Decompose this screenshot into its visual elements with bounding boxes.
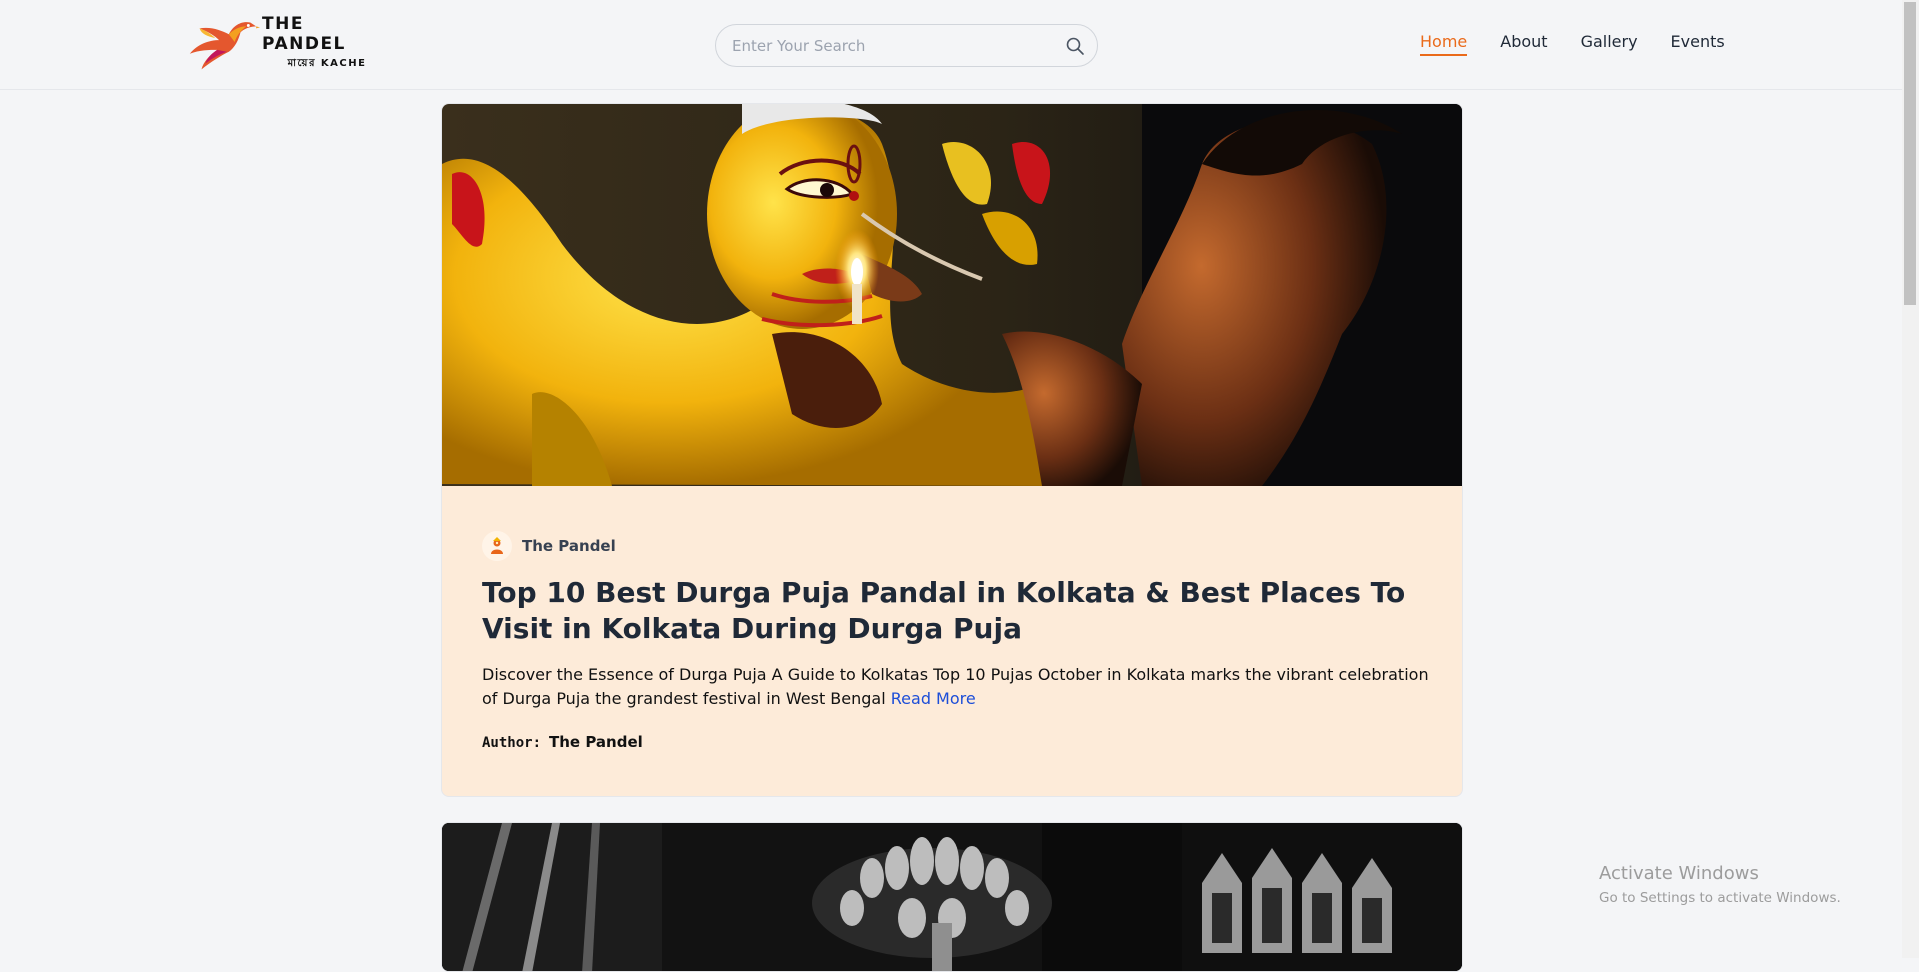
search-icon[interactable] bbox=[1065, 36, 1085, 56]
nav-home[interactable]: Home bbox=[1420, 32, 1468, 56]
post-source: The Pandel bbox=[482, 529, 1432, 563]
site-logo[interactable]: THE PANDEL মায়ের KACHE bbox=[182, 12, 392, 74]
scrollbar-thumb[interactable] bbox=[1904, 2, 1916, 305]
activate-windows-subtitle: Go to Settings to activate Windows. bbox=[1599, 890, 1841, 906]
main-nav: Home About Gallery Events bbox=[1420, 32, 1725, 56]
post-image-durga-idol[interactable] bbox=[442, 104, 1462, 486]
author-label: Author: bbox=[482, 735, 542, 751]
post-card[interactable]: The Pandel Top 10 Best Durga Puja Pandal… bbox=[441, 103, 1463, 797]
post-excerpt: Discover the Essence of Durga Puja A Gui… bbox=[482, 663, 1432, 711]
post-title[interactable]: Top 10 Best Durga Puja Pandal in Kolkata… bbox=[482, 575, 1432, 647]
bird-logo-icon bbox=[189, 22, 261, 70]
activate-windows-title: Activate Windows bbox=[1599, 863, 1759, 884]
nav-gallery[interactable]: Gallery bbox=[1581, 32, 1638, 56]
nav-events[interactable]: Events bbox=[1671, 32, 1725, 56]
post-image-pandal[interactable] bbox=[442, 823, 1462, 972]
post-content: The Pandel Top 10 Best Durga Puja Pandal… bbox=[482, 529, 1432, 751]
brand-name: THE PANDEL bbox=[262, 13, 346, 54]
activate-windows-watermark: Activate Windows Go to Settings to activ… bbox=[1599, 863, 1841, 906]
post-card[interactable] bbox=[441, 822, 1463, 972]
site-header: THE PANDEL মায়ের KACHE Home About Galle… bbox=[0, 0, 1902, 90]
source-name[interactable]: The Pandel bbox=[522, 537, 616, 555]
page-scrollbar[interactable] bbox=[1902, 0, 1919, 958]
author-name[interactable]: The Pandel bbox=[549, 733, 643, 751]
brand-tagline: মায়ের KACHE bbox=[287, 57, 367, 69]
nav-about[interactable]: About bbox=[1500, 32, 1547, 56]
post-author: Author: The Pandel bbox=[482, 733, 1432, 751]
search-bar bbox=[715, 24, 1098, 67]
source-avatar bbox=[482, 531, 512, 561]
search-input[interactable] bbox=[732, 36, 1052, 55]
read-more-link[interactable]: Read More bbox=[891, 689, 976, 708]
goddess-icon bbox=[491, 537, 503, 554]
